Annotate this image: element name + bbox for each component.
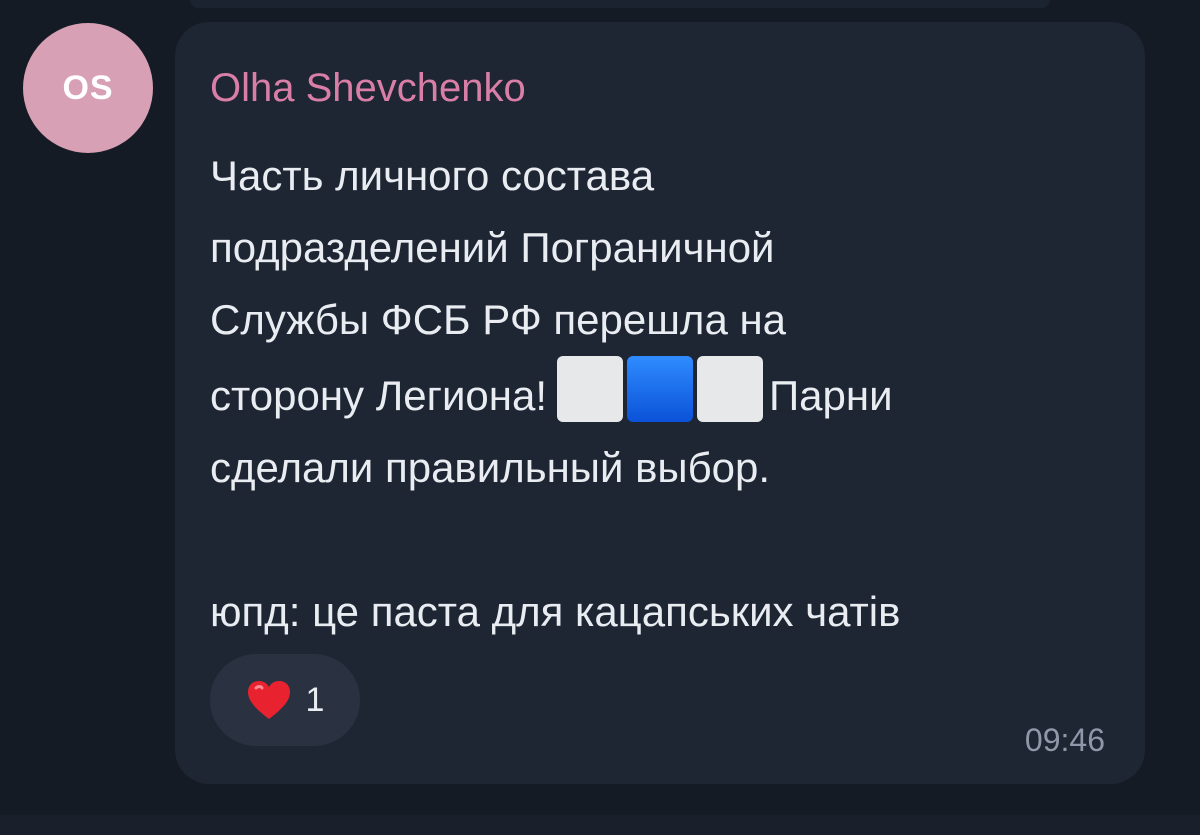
message-line: подразделений Пограничной — [210, 224, 775, 271]
message-bubble[interactable]: Olha Shevchenko Часть личного состава по… — [175, 22, 1145, 784]
next-message-edge — [0, 815, 1200, 835]
previous-message-edge — [190, 0, 1050, 8]
reaction-count: 1 — [305, 680, 325, 719]
message-text: Часть личного состава подразделений Погр… — [210, 140, 1110, 648]
message-line: Службы ФСБ РФ перешла на — [210, 296, 787, 343]
heart-icon — [246, 679, 292, 721]
message-line: сторону Легиона! Парни — [210, 356, 1110, 432]
chat-area: OS Olha Shevchenko Часть личного состава… — [0, 0, 1200, 835]
flag-emoji-icon — [556, 356, 763, 422]
sender-name[interactable]: Olha Shevchenko — [210, 64, 526, 112]
message-line: сделали правильный выбор. — [210, 444, 771, 491]
message-line: Часть личного состава — [210, 152, 655, 199]
message-postscript: юпд: це паста для кацапських чатів — [210, 588, 901, 635]
heart-reaction-button[interactable]: 1 — [210, 654, 360, 746]
message-fragment: Парни — [768, 372, 893, 419]
message-fragment: сторону Легиона! — [210, 372, 547, 419]
avatar-initials: OS — [62, 68, 114, 107]
message-timestamp: 09:46 — [1024, 722, 1105, 758]
avatar[interactable]: OS — [23, 23, 153, 153]
